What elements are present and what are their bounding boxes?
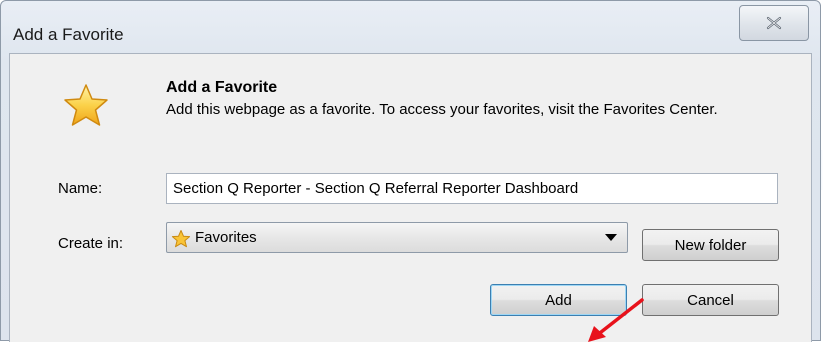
cancel-button[interactable]: Cancel — [642, 284, 779, 316]
close-icon — [765, 16, 783, 30]
star-icon — [171, 229, 191, 249]
star-icon — [62, 82, 110, 130]
new-folder-button[interactable]: New folder — [642, 229, 779, 261]
dialog-body: Add a Favorite Add this webpage as a fav… — [9, 53, 812, 342]
add-favorite-dialog: Add a Favorite Add a Favorite Add this w… — [0, 0, 821, 342]
window-title: Add a Favorite — [13, 25, 124, 44]
create-in-label: Create in: — [58, 235, 124, 252]
dialog-heading: Add a Favorite — [166, 79, 278, 96]
close-button[interactable] — [739, 5, 809, 41]
create-in-dropdown[interactable]: Favorites — [166, 222, 628, 253]
dialog-description: Add this webpage as a favorite. To acces… — [166, 101, 718, 118]
chevron-down-icon[interactable] — [605, 234, 617, 241]
title-bar: Add a Favorite — [1, 1, 820, 53]
name-field[interactable] — [166, 173, 778, 204]
name-label: Name: — [58, 180, 103, 197]
red-arrow-icon — [580, 296, 650, 346]
create-in-value: Favorites — [195, 229, 257, 246]
